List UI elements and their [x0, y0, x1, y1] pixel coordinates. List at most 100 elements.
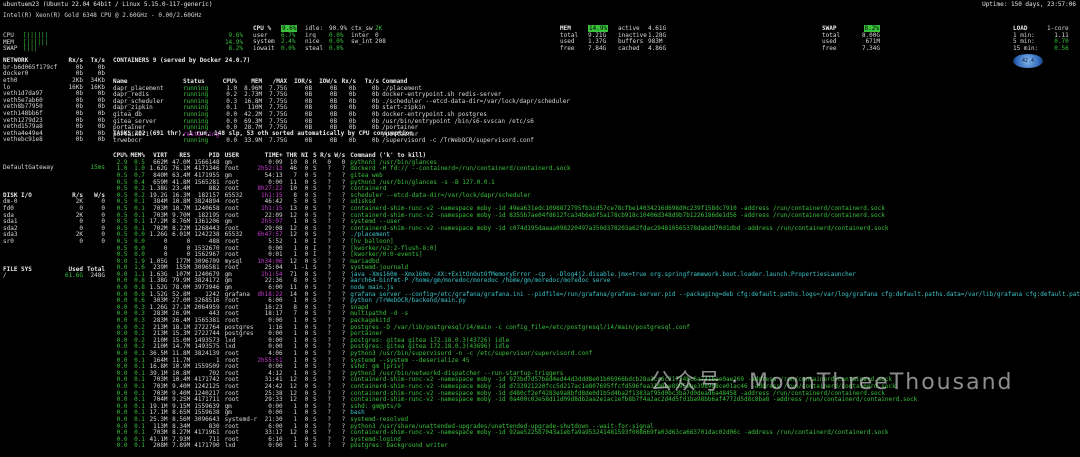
- process-cell: systemd --system --deserialize 45: [350, 356, 470, 364]
- process-cell: S: [313, 435, 317, 443]
- process-row[interactable]: 0.0 0.1 208M 7.89M 4171790 lxd 0:00 1 0 S?? postgr…: [113, 443, 1080, 450]
- fs-header: FILE SYS: [3, 265, 32, 273]
- network-row: vethebc91e8 0b 0b: [3, 137, 105, 144]
- mem-stat-value: 4.86G: [648, 44, 667, 52]
- process-cell: containerd-shim-runc-v2 -namespace moby …: [350, 429, 889, 437]
- process-row[interactable]: 0.0 1.9 1.05G 177M 3096709 mysql 1h34:06 12 0 S??…: [113, 258, 1080, 266]
- process-cell: 711: [208, 435, 220, 443]
- process-row[interactable]: 0.0 0.3 1.26G 27.1M 2064959 root 16:23 8 0 S?? sna…: [113, 304, 1080, 312]
- process-cell: lxd: [224, 442, 236, 450]
- system-hostname: ubuntuem23 (Ubuntu 22.04 64bit / Linux 5…: [3, 1, 213, 8]
- disk-device: sr0: [3, 238, 14, 246]
- process-row[interactable]: 0.0 0.2 210M 15.0M 1493573 lxd 0:00 1 0 S?? postgr…: [113, 337, 1080, 345]
- process-row[interactable]: 0.5 0.0 1.26G 6.01M 1242238 65532 6h47:57 12 0 S?…: [113, 232, 1080, 239]
- process-cell: 0.1: [134, 435, 145, 443]
- process-cell: bash: [350, 409, 365, 417]
- process-header: Command ('k' to kill): [350, 152, 427, 160]
- swap-stat-label: free: [822, 44, 837, 52]
- disk-row: sda3 2K 0: [3, 232, 105, 239]
- process-cell: [kworker/u2:2-flush-8:0]: [350, 244, 437, 252]
- process-row[interactable]: 0.0 0.6 303M 27.0M 3268516 root 6:00 1 0 S?? pytho…: [113, 298, 1080, 305]
- mem-stat-label: cached: [618, 44, 640, 52]
- process-row[interactable]: 0.5 0.1 703M 9.70M 182195 root 22:09 12 0 S?? cont…: [113, 212, 1080, 220]
- process-cell: 0.0: [116, 435, 128, 443]
- uptime-text: Uptime: 150 days, 23:57:06: [982, 1, 1076, 8]
- disk-row: sr0 0 0: [3, 238, 105, 246]
- process-cell: 703M: [153, 429, 168, 437]
- disk-row: fd0 0 0: [3, 205, 105, 213]
- process-cell: 0: [304, 442, 309, 450]
- process-cell: containerd-shim-runc-v2 -namespace moby …: [350, 396, 918, 404]
- process-cell: 6:10: [268, 435, 283, 443]
- process-row[interactable]: 0.5 0.7 840M 63.4M 4171955 gm 54:13 7 0 S?? gitea …: [113, 172, 1080, 180]
- process-cell: 0.1: [134, 442, 145, 450]
- process-row[interactable]: 0.0 0.1 41.1M 7.93M 711 root 6:10 1 0 S?? systemd-…: [113, 435, 1080, 444]
- process-cell: ?: [327, 442, 331, 450]
- fs-total: 248G: [90, 272, 105, 280]
- process-cell: python3 /usr/bin/glances -s -B 127.0.0.1: [350, 178, 495, 186]
- cpu-info: Intel(R) Xeon(R) Gold 6348 CPU @ 2.60GHz…: [3, 12, 202, 19]
- process-cell: postgres -D /var/lib/postgresql/14/main …: [350, 323, 690, 331]
- watermark-text: 公众号 · MoonThreeThousand: [650, 370, 1014, 395]
- process-cell: root: [224, 435, 240, 443]
- process-cell: 8.27M: [172, 429, 191, 437]
- process-cell: 12: [289, 429, 297, 437]
- disk-row: sda1 0 0: [3, 219, 105, 226]
- process-cell: [kworker/0:0-events]: [350, 251, 423, 259]
- fs-mount: /: [3, 272, 7, 280]
- process-cell: sshd: gm@pts/0: [350, 402, 401, 410]
- gateway-value: 15ms: [90, 164, 105, 172]
- process-row[interactable]: 0.0 0.2 213M 18.1M 2722764 postgres 1:16 1 0 S?? p…: [113, 323, 1080, 332]
- process-cell: dockerd -H fd:// --containerd=/run/conta…: [350, 165, 571, 173]
- network-interface: vethebc91e8: [3, 136, 43, 144]
- network-rx: 0b: [75, 136, 83, 144]
- network-panel: NETWORK Rx/s Tx/s br-b6d065f179cf 0b 0b doc…: [3, 45, 105, 287]
- disk-row: dm-0 2K 0: [3, 199, 105, 206]
- process-row[interactable]: 1.0 1.0 1.62G 76.1M 4171346 root 2h52:13 46 0 S??…: [113, 166, 1080, 173]
- process-cell: containerd-shim-runc-v2 -namespace moby …: [350, 224, 889, 232]
- process-row[interactable]: 0.0 0.2 210M 14.7M 1493575 lxd 0:00 1 0 S?? postgr…: [113, 344, 1080, 351]
- load-panel: LOAD 1-core 1 min: 1.11 5 min: 0.70 15 min…: [1013, 13, 1069, 59]
- process-row[interactable]: 0.0 0.8 1.38G 79.9M 3824172 gm 22:36 8 0 S?? aarch…: [113, 278, 1080, 285]
- process-row[interactable]: 0.0 0.1 19.1M 9.15M 1559639 gm 0:00 1 0 S?? sshd: …: [113, 402, 1080, 411]
- process-row[interactable]: 0.0 0.6 1.52G 52.8M 1242 grafana dh18:22 14 0 S??…: [113, 291, 1080, 299]
- process-cell: S: [313, 442, 317, 450]
- process-row[interactable]: 0.5 0.2 19.2G 16.3M 182157 65532 1h1:15 8 0 S?? sc…: [113, 192, 1080, 200]
- process-cell: 4171961: [194, 429, 220, 437]
- process-cell: python /TrWebOCR/backend/main.py: [350, 297, 466, 305]
- process-row[interactable]: 0.0 0.1 17.1M 8.65M 1559638 gm 0:00 1 0 S?? bash: [113, 410, 1080, 417]
- process-cell: 4171790: [194, 442, 220, 450]
- process-cell: 0.0: [116, 429, 128, 437]
- process-row[interactable]: 0.0 0.1 164M 11.7M 1 root 2h55:51 1 0 S?? systemd …: [113, 356, 1080, 365]
- disk-row: sda 2K 0: [3, 212, 105, 220]
- process-panel: CPU% MEM% VIRT RES PID USER TIME+ THR NI S R/s W/s C…: [113, 140, 1080, 457]
- gauge-badge: 42.4: [1013, 54, 1043, 68]
- process-cell: ?: [341, 429, 346, 437]
- process-row[interactable]: 0.5 0.2 1.38G 23.4M 882 root 8h27:22 10 0 S?? cont…: [113, 186, 1080, 193]
- process-row[interactable]: 0.0 0.3 283M 26.9M 443 root 18:17 7 0 S?? multipat…: [113, 311, 1080, 318]
- process-cell: 0.1: [134, 429, 145, 437]
- process-row[interactable]: 0.0 0.2 213M 15.3M 2722744 postgres 0:00 1 0 S?? p…: [113, 331, 1080, 338]
- process-cell: ./placement: [350, 231, 391, 239]
- process-cell: 33:17: [264, 429, 283, 437]
- process-cell: ?: [341, 442, 346, 450]
- fs-used: 61.6G: [64, 272, 83, 280]
- process-row[interactable]: 0.0 0.1 704M 9.25M 4171711 root 29:33 12 0 S?? con…: [113, 397, 1080, 404]
- disk-write: 0: [101, 238, 105, 246]
- network-row: docker0 0b 0b: [3, 71, 105, 78]
- process-cell: 0: [304, 429, 309, 437]
- process-cell: ?: [327, 435, 331, 443]
- network-row: eth0 2Kb 34Kb: [3, 76, 105, 85]
- load-label: 15 min:: [1013, 44, 1039, 52]
- quicklook-bar: [||||||: [23, 32, 49, 40]
- process-cell: 7.89M: [172, 442, 191, 450]
- process-row[interactable]: 0.5 0.0 0 0 1532670 root 0:00 1 0 I?? [kworker/u2:…: [113, 244, 1080, 253]
- network-interface: eth0: [3, 76, 18, 84]
- process-cell: 41.1M: [149, 435, 168, 443]
- swap-stat-value: 7.34G: [861, 44, 880, 52]
- process-cell: aarch64-binfmt-P /home/gm/moredoc/moredo…: [350, 277, 611, 285]
- mem-stat-value: 7.84G: [588, 44, 607, 52]
- process-row[interactable]: 0.5 0.0 0 0 488 root 5:52 1 0 I?? [hv_balloon]: [113, 238, 1080, 246]
- process-row[interactable]: 0.0 0.1 703M 8.27M 4171961 root 33:17 12 0 S?? con…: [113, 430, 1080, 437]
- process-cell: 0: [304, 435, 309, 443]
